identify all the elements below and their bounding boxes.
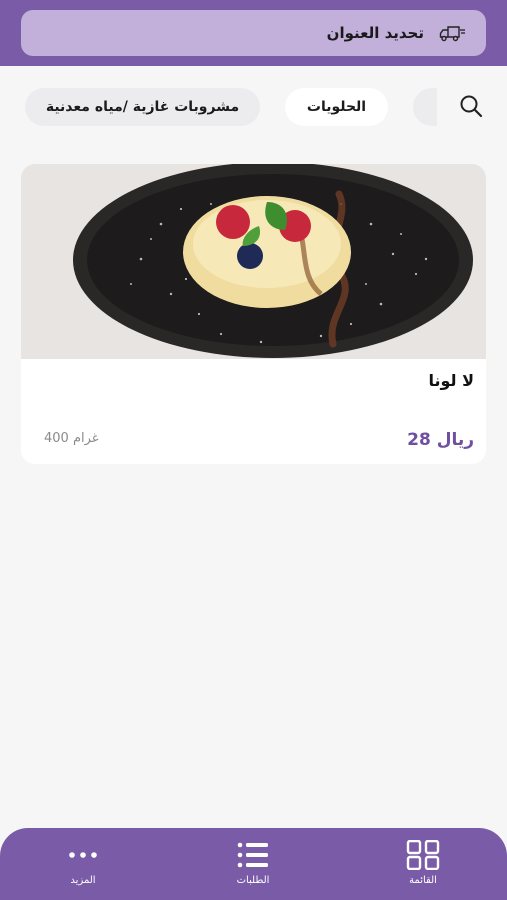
delivery-truck-icon (439, 26, 465, 42)
product-weight: 400 غرام (44, 431, 99, 446)
product-name: لا لونا (428, 371, 474, 390)
dessert-photo (21, 164, 486, 359)
nav-label: المزيد (70, 875, 96, 886)
product-card[interactable]: لا لونا 28 ريال 400 غرام (21, 164, 486, 464)
category-chip-partial[interactable] (413, 88, 437, 126)
category-chip-sweets[interactable]: الحلويات (285, 88, 388, 126)
set-address-button[interactable]: تحديد العنوان (21, 10, 486, 56)
category-chip-label: الحلويات (306, 99, 367, 115)
address-label: تحديد العنوان (326, 24, 424, 42)
more-dots-icon (69, 852, 97, 858)
list-icon (237, 842, 268, 868)
grid-icon (406, 840, 440, 870)
top-bar: تحديد العنوان (0, 0, 507, 66)
category-chip-drinks[interactable]: مشروبات غازية /مياه معدنية (25, 88, 260, 126)
search-icon[interactable] (458, 93, 484, 119)
product-price: 28 ريال (407, 430, 474, 450)
nav-more[interactable]: المزيد (43, 828, 123, 900)
category-bar: الحلويات مشروبات غازية /مياه معدنية (0, 86, 507, 128)
nav-orders[interactable]: الطلبات (213, 828, 293, 900)
bottom-navigation: القائمة الطلبات المزيد (0, 828, 507, 900)
category-chip-label: مشروبات غازية /مياه معدنية (45, 99, 240, 115)
nav-label: الطلبات (236, 875, 270, 886)
nav-label: القائمة (409, 875, 437, 886)
nav-menu[interactable]: القائمة (383, 828, 463, 900)
